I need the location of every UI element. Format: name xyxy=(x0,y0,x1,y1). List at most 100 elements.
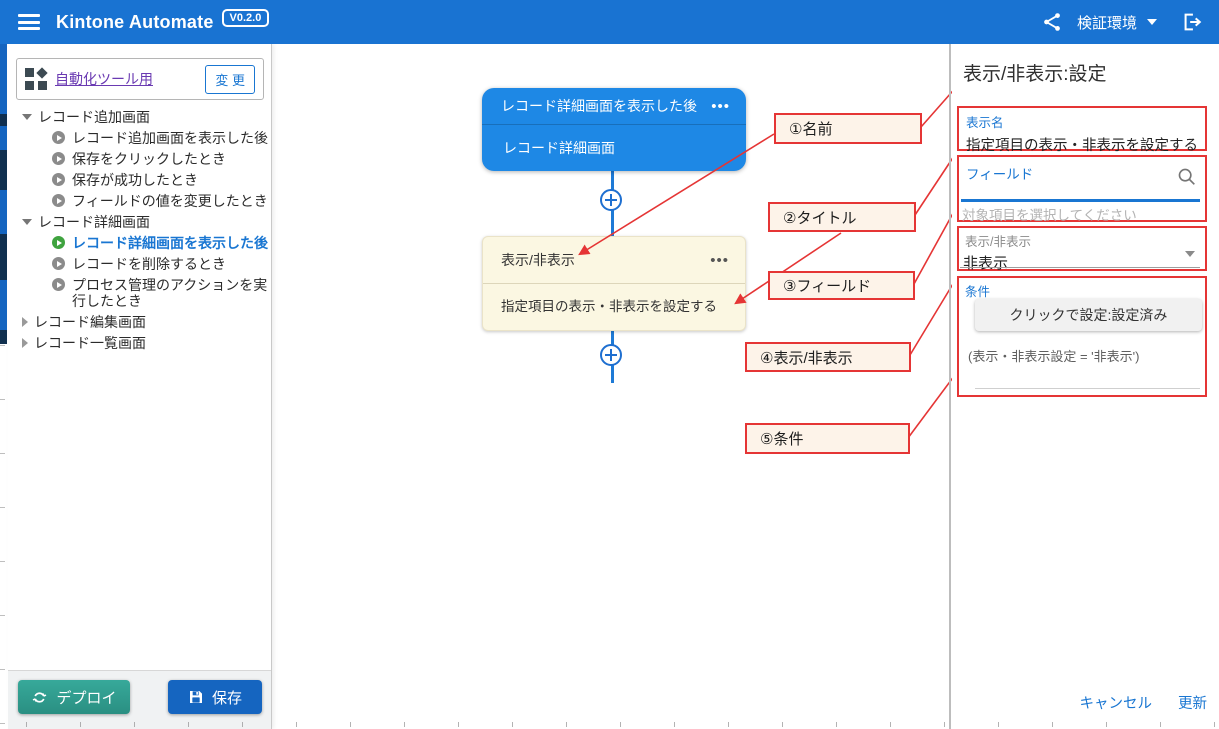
deploy-button[interactable]: デプロイ xyxy=(18,680,130,714)
annotation-condition: ⑤条件 xyxy=(745,423,910,454)
settings-panel: 表示/非表示:設定 表示名 指定項目の表示・非表示を設定する フィールド 対象項… xyxy=(952,44,1219,729)
tree-label: レコード詳細画面 xyxy=(38,214,150,230)
change-app-button[interactable]: 変 更 xyxy=(205,65,255,94)
action-node-subtitle: 指定項目の表示・非表示を設定する xyxy=(483,284,745,330)
trigger-node[interactable]: レコード詳細画面を表示した後 ••• レコード詳細画面 xyxy=(482,88,746,171)
trigger-node-title: レコード詳細画面を表示した後 xyxy=(501,88,697,124)
tree-event-item[interactable]: 保存をクリックしたとき xyxy=(14,148,270,169)
play-icon xyxy=(52,152,65,165)
add-step-icon[interactable] xyxy=(600,189,622,211)
sync-icon xyxy=(31,689,48,706)
share-icon[interactable] xyxy=(1041,11,1063,33)
left-ruler-ticks xyxy=(0,345,5,729)
environment-label[interactable]: 検証環境 xyxy=(1077,12,1137,33)
visibility-value[interactable]: 非表示 xyxy=(963,252,1205,273)
annotation-visibility: ④表示/非表示 xyxy=(745,342,911,372)
field-helper-text: 対象項目を選択してください xyxy=(962,204,1137,224)
condition-summary: (表示・非表示設定 = '非表示') xyxy=(968,346,1139,365)
panel-actions: キャンセル 更新 xyxy=(1080,692,1208,713)
tree-group-record-edit[interactable]: レコード編集画面 xyxy=(14,311,270,332)
panel-title: 表示/非表示:設定 xyxy=(963,59,1107,86)
version-badge: V0.2.0 xyxy=(222,9,270,27)
visibility-label: 表示/非表示 xyxy=(965,231,1205,250)
save-button[interactable]: 保存 xyxy=(168,680,262,714)
visibility-select[interactable]: 表示/非表示 非表示 xyxy=(957,226,1207,271)
play-icon xyxy=(52,131,65,144)
tree-event-item-selected[interactable]: レコード詳細画面を表示した後 xyxy=(14,232,270,253)
triangle-expanded-icon[interactable] xyxy=(22,114,32,120)
condition-label: 条件 xyxy=(965,281,1205,300)
play-icon xyxy=(52,173,65,186)
tree-event-item[interactable]: フィールドの値を変更したとき xyxy=(14,190,270,211)
event-tree: レコード追加画面 レコード追加画面を表示した後 保存をクリックしたとき 保存が成… xyxy=(14,106,270,353)
action-node[interactable]: 表示/非表示 ••• 指定項目の表示・非表示を設定する xyxy=(482,236,746,331)
tree-label: レコード詳細画面を表示した後 xyxy=(72,235,268,251)
tree-event-item[interactable]: プロセス管理のアクションを実行したとき xyxy=(14,274,270,311)
bottom-ruler-ticks xyxy=(26,722,1219,727)
field-select-label: フィールド xyxy=(966,163,1205,183)
tree-label: レコードを削除するとき xyxy=(72,256,226,272)
update-button[interactable]: 更新 xyxy=(1178,692,1207,713)
hamburger-menu-icon[interactable] xyxy=(18,14,40,30)
tree-label: レコード追加画面 xyxy=(38,109,150,125)
annotation-name: ①名前 xyxy=(774,113,922,144)
chevron-down-icon[interactable] xyxy=(1147,19,1157,25)
condition-set-button[interactable]: クリックで設定:設定済み xyxy=(975,299,1202,331)
add-step-icon[interactable] xyxy=(600,344,622,366)
more-options-icon[interactable]: ••• xyxy=(711,88,730,124)
field-input-underline xyxy=(961,199,1200,202)
play-icon xyxy=(52,194,65,207)
tree-label: 保存が成功したとき xyxy=(72,172,198,188)
condition-field: 条件 クリックで設定:設定済み (表示・非表示設定 = '非表示') xyxy=(957,276,1207,397)
logout-icon[interactable] xyxy=(1181,11,1203,33)
app-blocks-icon xyxy=(25,68,47,90)
visibility-underline xyxy=(960,267,1200,268)
triangle-collapsed-icon[interactable] xyxy=(22,317,28,327)
display-name-label: 表示名 xyxy=(966,112,1205,131)
trigger-node-subtitle: レコード詳細画面 xyxy=(482,125,746,171)
save-floppy-icon xyxy=(188,689,204,705)
tree-label: プロセス管理のアクションを実行したとき xyxy=(72,277,268,309)
action-node-title: 表示/非表示 xyxy=(501,237,575,283)
cancel-button[interactable]: キャンセル xyxy=(1080,692,1153,713)
tree-label: 保存をクリックしたとき xyxy=(72,151,226,167)
action-node-header: 表示/非表示 ••• xyxy=(483,237,745,284)
tree-label: レコード編集画面 xyxy=(34,314,146,330)
play-icon xyxy=(52,278,65,291)
tree-label: フィールドの値を変更したとき xyxy=(72,193,268,209)
app-title: Kintone Automate xyxy=(56,12,214,33)
tree-label: レコード一覧画面 xyxy=(34,335,146,351)
top-bar: Kintone Automate V0.2.0 検証環境 xyxy=(0,0,1219,44)
tree-group-record-list[interactable]: レコード一覧画面 xyxy=(14,332,270,353)
triangle-collapsed-icon[interactable] xyxy=(22,338,28,348)
top-bar-right: 検証環境 xyxy=(1041,11,1203,33)
display-name-value[interactable]: 指定項目の表示・非表示を設定する xyxy=(966,134,1205,155)
flow-canvas[interactable]: レコード詳細画面を表示した後 ••• レコード詳細画面 表示/非表示 ••• 指… xyxy=(272,44,950,729)
field-select-field[interactable]: フィールド 対象項目を選択してください xyxy=(957,155,1207,222)
display-name-field: 表示名 指定項目の表示・非表示を設定する xyxy=(957,106,1207,151)
kintone-automate-app: { "header": { "title": "Kintone Automate… xyxy=(0,0,1219,729)
tree-group-record-detail[interactable]: レコード詳細画面 xyxy=(14,211,270,232)
tree-event-item[interactable]: レコード追加画面を表示した後 xyxy=(14,127,270,148)
tree-event-item[interactable]: レコードを削除するとき xyxy=(14,253,270,274)
app-link[interactable]: 自動化ツール用 xyxy=(55,69,153,89)
condition-underline xyxy=(975,388,1200,389)
play-icon xyxy=(52,236,65,249)
search-icon[interactable] xyxy=(1176,166,1198,188)
play-icon xyxy=(52,257,65,270)
app-selector-card: 自動化ツール用 変 更 xyxy=(16,58,264,100)
panel-divider xyxy=(949,44,951,729)
left-edge-strip xyxy=(0,44,7,344)
save-button-label: 保存 xyxy=(212,687,242,708)
deploy-button-label: デプロイ xyxy=(56,687,116,708)
sidebar: 自動化ツール用 変 更 レコード追加画面 レコード追加画面を表示した後 保存をク… xyxy=(8,44,272,729)
chevron-down-icon[interactable] xyxy=(1185,251,1195,257)
more-options-icon[interactable]: ••• xyxy=(710,237,729,283)
tree-group-record-add[interactable]: レコード追加画面 xyxy=(14,106,270,127)
annotation-title: ②タイトル xyxy=(768,202,916,232)
sidebar-footer: デプロイ 保存 xyxy=(8,670,271,729)
trigger-node-header: レコード詳細画面を表示した後 ••• xyxy=(482,88,746,125)
triangle-expanded-icon[interactable] xyxy=(22,219,32,225)
annotation-field: ③フィールド xyxy=(768,271,915,300)
tree-event-item[interactable]: 保存が成功したとき xyxy=(14,169,270,190)
